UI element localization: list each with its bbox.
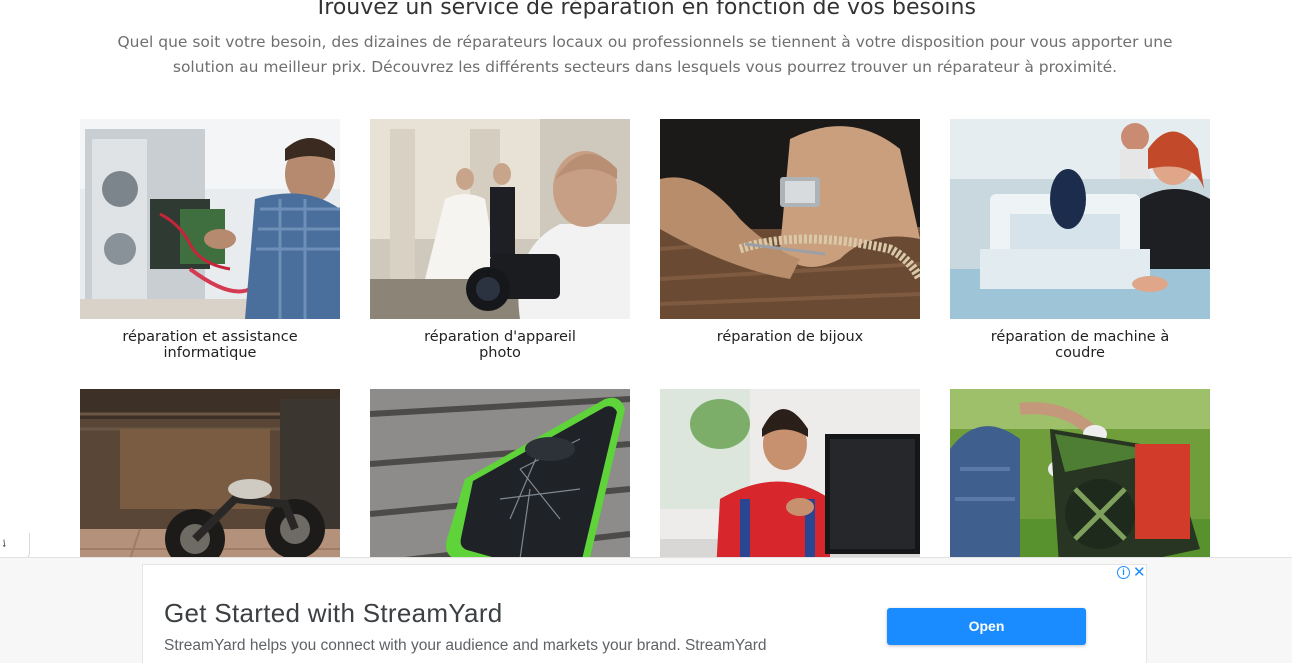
category-card-motorcycle[interactable]: [80, 389, 340, 558]
motorcycle-garage-image[interactable]: [80, 389, 340, 558]
ad-banner: i ✕ Get Started with StreamYard StreamYa…: [0, 557, 1292, 663]
category-label[interactable]: réparation et assistance informatique: [80, 329, 340, 361]
lawn-mower-repair-image[interactable]: [950, 389, 1210, 558]
jewelry-repair-image[interactable]: [660, 119, 920, 319]
category-card-technician[interactable]: [660, 389, 920, 558]
category-label[interactable]: réparation d'appareil photo: [370, 329, 630, 361]
sewing-machine-repair-image[interactable]: [950, 119, 1210, 319]
technician-laptop-image[interactable]: [660, 389, 920, 558]
broken-phone-image[interactable]: [370, 389, 630, 558]
category-card-phone[interactable]: [370, 389, 630, 558]
ad-container[interactable]: i ✕ Get Started with StreamYard StreamYa…: [142, 563, 1147, 663]
section-intro: Quel que soit votre besoin, des dizaines…: [117, 33, 1173, 76]
computer-repair-image[interactable]: [80, 119, 340, 319]
info-icon[interactable]: i: [1117, 566, 1130, 579]
side-collapse-tab[interactable]: ✓: [0, 533, 30, 559]
category-card-jewelry[interactable]: réparation de bijoux: [660, 119, 920, 346]
check-icon: ✓: [0, 536, 13, 552]
category-card-computer[interactable]: réparation et assistance informatique: [80, 119, 340, 361]
category-card-camera[interactable]: réparation d'appareil photo: [370, 119, 630, 361]
camera-repair-image[interactable]: [370, 119, 630, 319]
category-card-sewing[interactable]: réparation de machine à coudre: [950, 119, 1210, 361]
ad-description[interactable]: StreamYard helps you connect with your a…: [164, 637, 767, 655]
open-button[interactable]: Open: [887, 608, 1086, 645]
close-icon[interactable]: ✕: [1133, 563, 1146, 581]
section-title: Trouvez un service de réparation en fonc…: [314, 0, 976, 20]
category-label[interactable]: réparation de bijoux: [660, 329, 920, 346]
ad-title[interactable]: Get Started with StreamYard: [164, 598, 503, 629]
category-label[interactable]: réparation de machine à coudre: [950, 329, 1210, 361]
category-card-lawnmower[interactable]: [950, 389, 1210, 558]
